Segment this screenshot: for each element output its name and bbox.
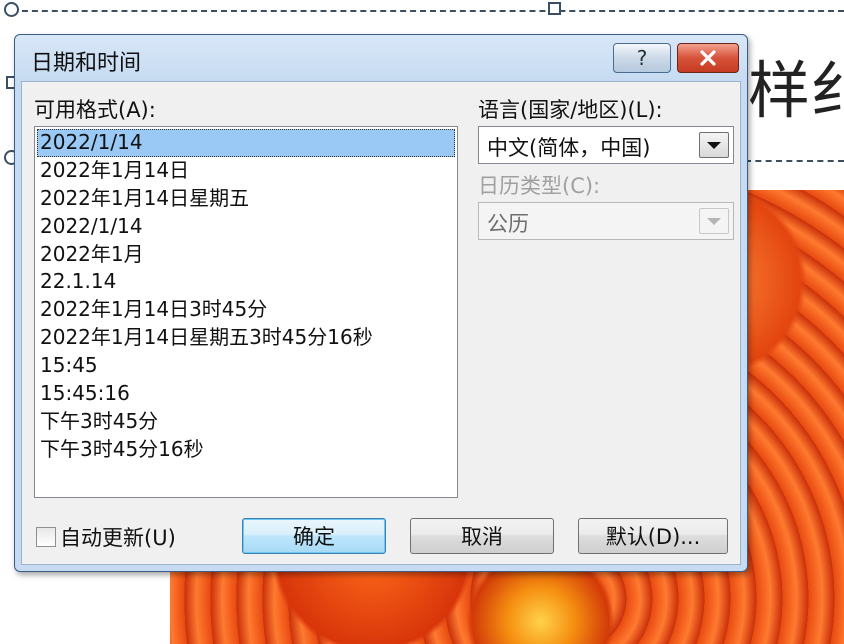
format-list-item[interactable]: 2022年1月14日星期五3时45分16秒 [35, 324, 457, 352]
format-list-item[interactable]: 15:45 [35, 352, 457, 380]
format-list-item[interactable]: 2022年1月14日星期五 [35, 185, 457, 213]
language-dropdown-button[interactable] [699, 132, 729, 158]
calendar-dropdown-button [699, 208, 729, 234]
format-list-item[interactable]: 下午3时45分 [35, 408, 457, 436]
cancel-button[interactable]: 取消 [410, 518, 554, 554]
format-list-item[interactable]: 2022/1/14 [35, 213, 457, 241]
chevron-down-icon [707, 141, 721, 149]
auto-update-option[interactable]: 自动更新(U) [36, 522, 176, 552]
question-icon: ? [636, 46, 648, 70]
chevron-down-icon [707, 217, 721, 225]
format-list-item[interactable]: 2022年1月 [35, 241, 457, 269]
placeholder-border-bottom [745, 160, 844, 162]
calendar-label: 日历类型(C): [478, 174, 601, 198]
rotate-handle-top-left[interactable] [4, 2, 19, 17]
ok-button[interactable]: 确定 [242, 518, 386, 554]
format-list-item[interactable]: 22.1.14 [35, 268, 457, 296]
format-list-item[interactable]: 15:45:16 [35, 380, 457, 408]
auto-update-checkbox[interactable] [36, 527, 56, 547]
default-button[interactable]: 默认(D)... [578, 518, 728, 554]
language-label: 语言(国家/地区)(L): [478, 98, 663, 122]
format-list-item[interactable]: 2022/1/14 [37, 129, 455, 157]
dialog-titlebar[interactable]: 日期和时间 ? [15, 35, 747, 81]
formats-listbox[interactable]: 2022/1/14 2022年1月14日 2022年1月14日星期五 2022/1/1… [34, 126, 458, 498]
close-button[interactable] [677, 43, 739, 73]
language-dropdown[interactable]: 中文(简体，中国) [478, 126, 734, 164]
formats-label: 可用格式(A): [34, 98, 156, 122]
language-value: 中文(简体，中国) [487, 136, 651, 160]
format-list-item[interactable]: 2022年1月14日 [35, 157, 457, 185]
help-button[interactable]: ? [613, 43, 671, 73]
format-list-item[interactable]: 2022年1月14日3时45分 [35, 296, 457, 324]
close-icon [700, 50, 716, 66]
dialog-title: 日期和时间 [31, 51, 142, 76]
dialog-body: 可用格式(A): 2022/1/14 2022年1月14日 2022年1月14日星期… [21, 81, 741, 565]
date-time-dialog: 日期和时间 ? 可用格式(A): 2022/1/14 2022年1月14日 2022… [14, 34, 748, 572]
format-list-item[interactable]: 下午3时45分16秒 [35, 436, 457, 464]
slide-title-text[interactable]: 样纟 [748, 40, 844, 130]
resize-handle-top[interactable] [548, 2, 561, 15]
calendar-dropdown: 公历 [478, 202, 734, 240]
auto-update-label[interactable]: 自动更新(U) [60, 522, 176, 552]
placeholder-border-top [12, 10, 844, 12]
calendar-value: 公历 [487, 212, 529, 236]
